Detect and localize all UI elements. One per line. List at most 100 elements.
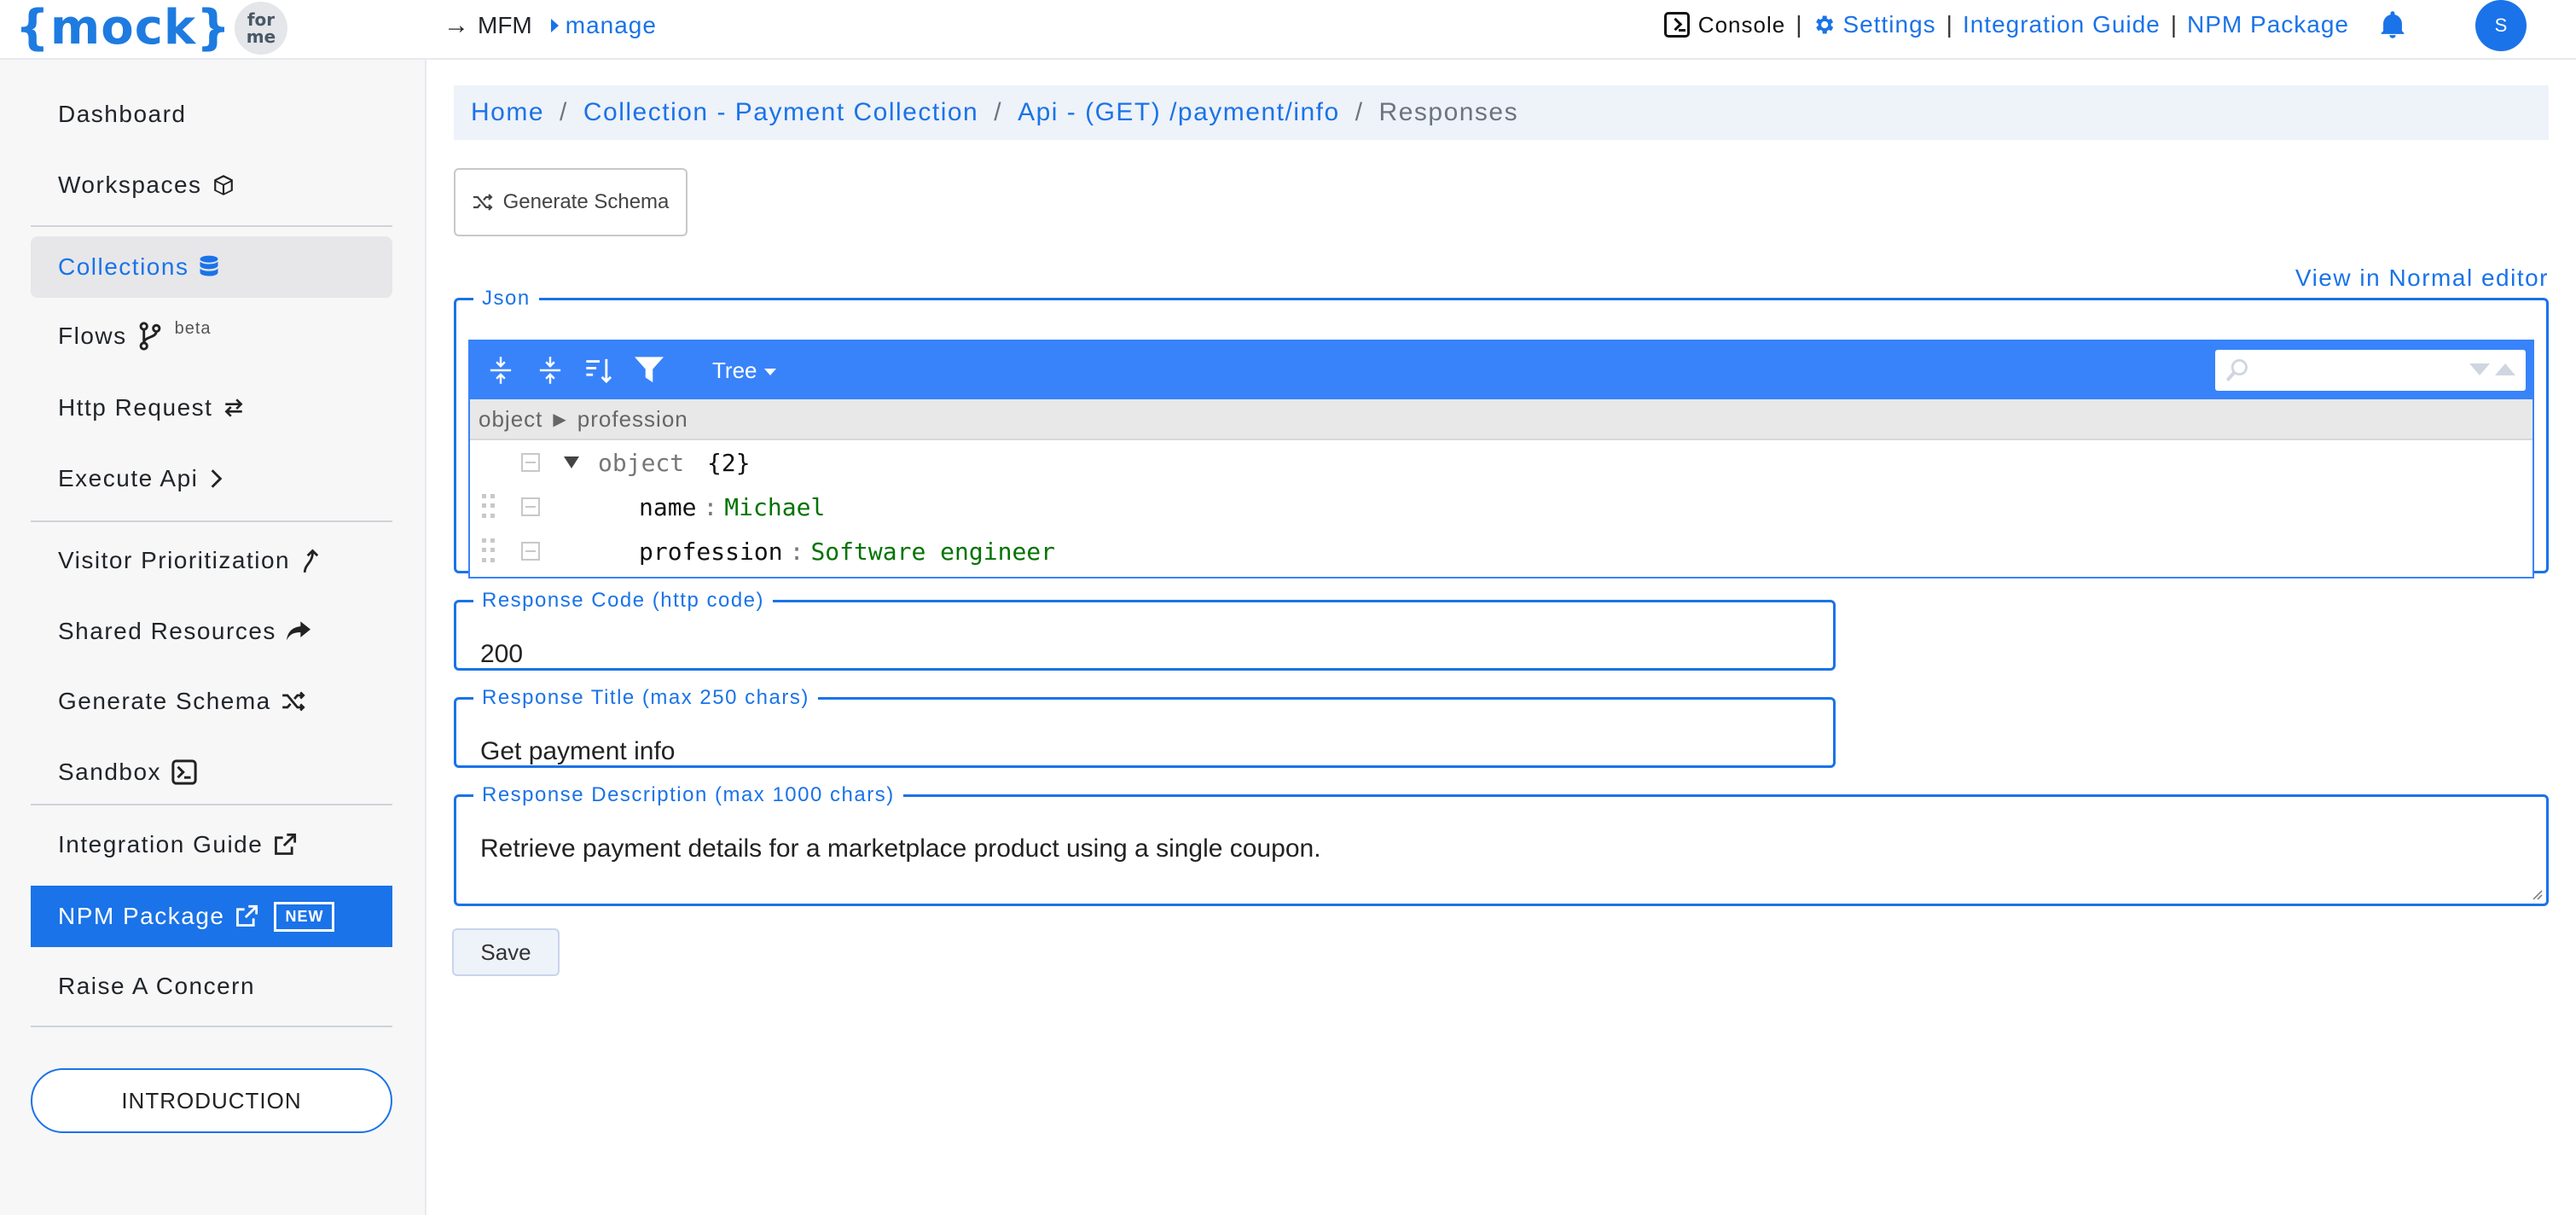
app-logo[interactable]: {mock} for me: [15, 2, 287, 55]
sidebar-item-raise-concern[interactable]: Raise A Concern: [31, 956, 392, 1017]
arrow-right-icon: →: [444, 11, 469, 39]
breadcrumb: Home / Collection - Payment Collection /…: [454, 85, 2549, 140]
sidebar-divider: [31, 1026, 392, 1027]
sidebar-item-dashboard[interactable]: Dashboard: [31, 84, 392, 145]
field-value[interactable]: Michael: [724, 493, 825, 521]
tree-row[interactable]: name: Michael: [470, 485, 2532, 529]
generate-schema-button[interactable]: Generate Schema: [454, 168, 688, 236]
response-code-input[interactable]: 200: [480, 640, 523, 669]
logo-text: {mock}: [15, 0, 231, 55]
triangle-right-icon: ▶: [553, 410, 567, 429]
nav-right: Console | Settings | Integration Guide |…: [1663, 0, 2576, 51]
breadcrumb-separator: /: [994, 98, 1003, 126]
response-description-label: Response Description (max 1000 chars): [482, 783, 895, 806]
json-navigation-bar: object ▶ profession: [470, 399, 2532, 440]
field-value[interactable]: Software engineer: [810, 538, 1055, 566]
breadcrumb-collection[interactable]: Collection - Payment Collection: [583, 98, 978, 127]
npm-package-link[interactable]: NPM Package: [2187, 11, 2349, 38]
field-key[interactable]: profession: [639, 538, 783, 566]
expand-all-icon[interactable]: [482, 352, 519, 389]
nav-manage-link[interactable]: manage: [550, 12, 657, 39]
mode-dropdown[interactable]: Tree: [712, 358, 776, 384]
integration-guide-link[interactable]: Integration Guide: [1963, 11, 2161, 38]
sidebar-item-generate-schema[interactable]: Generate Schema: [31, 671, 392, 732]
branch-icon: [137, 322, 163, 351]
nav-path-field[interactable]: profession: [577, 406, 688, 433]
avatar[interactable]: S: [2475, 0, 2527, 51]
drag-handle-icon[interactable]: [482, 538, 496, 564]
sidebar-item-npm-package[interactable]: NPM Package NEW: [31, 886, 392, 947]
response-title-field[interactable]: Response Title (max 250 chars) Get payme…: [454, 688, 1836, 768]
breadcrumb-current: Responses: [1378, 98, 1519, 126]
root-count: {2}: [707, 448, 751, 477]
response-code-label: Response Code (http code): [482, 589, 765, 612]
sidebar-item-workspaces[interactable]: Workspaces: [31, 154, 392, 216]
logo-badge: for me: [235, 2, 287, 55]
nav-mfm-link[interactable]: → MFM: [444, 11, 532, 40]
settings-link[interactable]: Settings: [1812, 11, 1935, 38]
context-menu-icon[interactable]: [521, 453, 540, 472]
context-menu-icon[interactable]: [521, 542, 540, 561]
sidebar-divider: [31, 225, 392, 227]
expand-toggle-icon[interactable]: [564, 456, 579, 468]
search-nav: [2464, 363, 2515, 375]
nav-separator: |: [1796, 11, 1802, 38]
chevron-right-icon: [208, 468, 223, 490]
sort-icon[interactable]: [581, 352, 618, 389]
json-fieldset: Json Tree object ▶ profession object {2}…: [454, 287, 2549, 578]
breadcrumb-separator: /: [1355, 98, 1364, 126]
external-link-icon: [235, 904, 258, 928]
collapse-all-icon[interactable]: [531, 352, 569, 389]
breadcrumb-api[interactable]: Api - (GET) /payment/info: [1018, 98, 1340, 127]
response-description-field[interactable]: Response Description (max 1000 chars) Re…: [454, 785, 2549, 906]
tree-row[interactable]: profession: Software engineer: [470, 529, 2532, 573]
json-editor-menu: Tree: [470, 341, 2532, 399]
sidebar-divider: [31, 804, 392, 805]
sidebar-item-http-request[interactable]: Http Request: [31, 377, 392, 439]
breadcrumb-separator: /: [560, 98, 568, 126]
json-legend: Json: [482, 287, 531, 310]
sidebar-item-flows[interactable]: Flows beta: [31, 305, 392, 367]
sidebar-divider: [31, 520, 392, 522]
caret-down-icon: [763, 368, 776, 375]
nav-path-root[interactable]: object: [479, 406, 542, 433]
caret-right-icon: [550, 19, 559, 32]
swap-icon: [223, 397, 245, 419]
root-type: object: [598, 448, 685, 477]
terminal-icon: [171, 759, 197, 785]
field-key[interactable]: name: [639, 493, 696, 521]
response-title-input[interactable]: Get payment info: [480, 737, 675, 766]
sidebar-item-execute-api[interactable]: Execute Api: [31, 448, 392, 509]
sidebar-item-sandbox[interactable]: Sandbox: [31, 741, 392, 803]
beta-badge: beta: [174, 318, 212, 338]
filter-icon[interactable]: [630, 352, 668, 389]
response-description-textarea[interactable]: Retrieve payment details for a marketpla…: [480, 834, 1321, 863]
response-title-label: Response Title (max 250 chars): [482, 686, 809, 709]
bell-icon[interactable]: [2380, 10, 2405, 39]
context-menu-icon[interactable]: [521, 497, 540, 516]
save-button[interactable]: Save: [452, 928, 560, 976]
shuffle-icon: [473, 194, 493, 211]
response-code-field[interactable]: Response Code (http code) 200: [454, 590, 1836, 671]
tree-row-root[interactable]: object {2}: [470, 440, 2532, 485]
shuffle-icon: [281, 691, 305, 712]
sidebar: Dashboard Workspaces Collections Flows b…: [0, 60, 426, 1215]
external-link-icon: [273, 833, 297, 857]
introduction-button[interactable]: INTRODUCTION: [31, 1068, 392, 1133]
search-prev-icon[interactable]: [2495, 363, 2515, 375]
sidebar-item-shared-resources[interactable]: Shared Resources: [31, 601, 392, 662]
sidebar-item-visitor-prioritization[interactable]: Visitor Prioritization: [31, 530, 392, 591]
search-next-icon[interactable]: [2469, 363, 2490, 375]
json-search-box[interactable]: [2215, 350, 2526, 391]
sidebar-item-integration-guide[interactable]: Integration Guide: [31, 814, 392, 875]
resize-handle-icon[interactable]: [2529, 887, 2543, 900]
nav-left: → MFM manage: [444, 9, 657, 43]
sidebar-item-collections[interactable]: Collections: [31, 236, 392, 298]
terminal-icon: [1663, 12, 1690, 38]
breadcrumb-home[interactable]: Home: [471, 98, 544, 127]
drag-handle-icon[interactable]: [482, 494, 496, 520]
database-icon: [199, 255, 219, 279]
arrow-up-turn-icon: [300, 548, 319, 573]
new-badge: NEW: [274, 901, 335, 932]
console-link[interactable]: Console: [1663, 12, 1785, 38]
